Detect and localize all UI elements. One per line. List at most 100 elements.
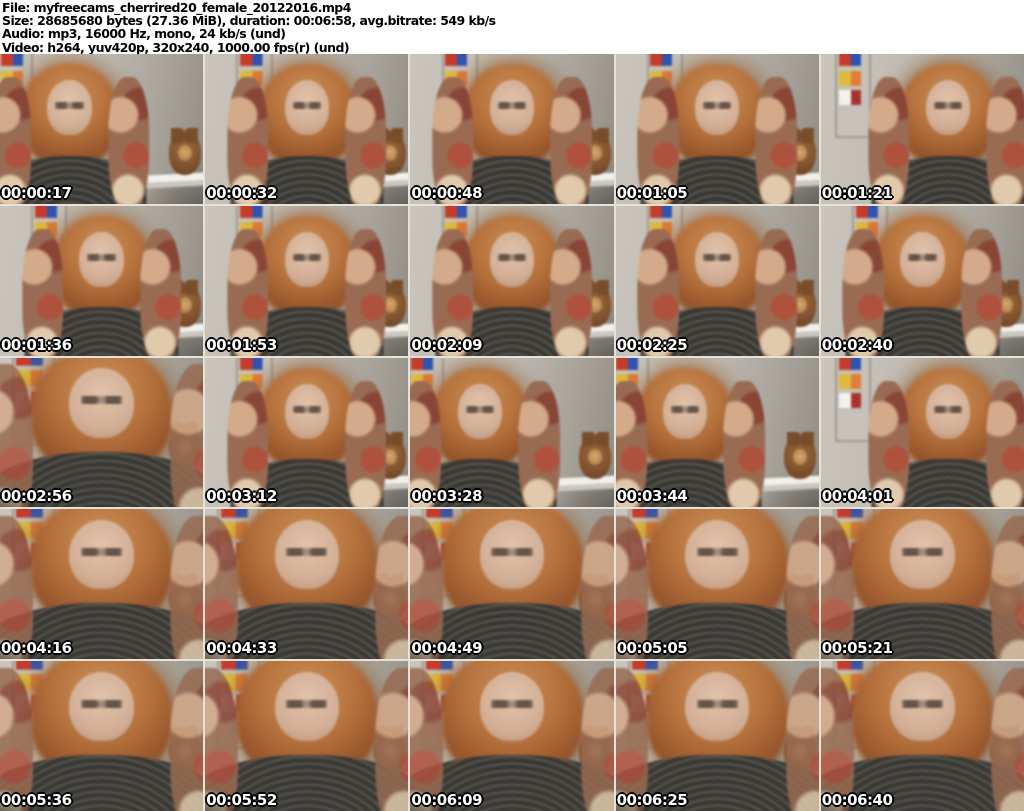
thumbnail-scene	[205, 661, 409, 811]
floral-shawl-left	[820, 667, 854, 811]
person-figure	[637, 55, 797, 204]
timestamp-overlay: 00:02:40	[821, 335, 893, 354]
face	[479, 671, 545, 742]
thumbnail-scene	[615, 661, 819, 811]
thumbnail-cell: 00:04:01	[820, 357, 1024, 508]
thumbnail-scene	[410, 54, 614, 204]
thumbnail-scene	[410, 205, 614, 356]
person-figure	[226, 207, 387, 356]
thumbnail-cell: 00:05:52	[205, 661, 409, 811]
floral-shawl-left	[410, 667, 444, 811]
thumbnail-cell: 00:00:32	[205, 54, 409, 204]
person-figure	[820, 509, 1024, 660]
person-figure	[0, 55, 150, 204]
floral-shawl-right	[518, 380, 560, 508]
thumbnail-scene	[0, 509, 204, 660]
face	[489, 232, 535, 288]
person-figure	[0, 509, 204, 660]
face	[662, 384, 708, 439]
thumbnail-scene	[615, 357, 819, 508]
person-figure	[21, 207, 182, 356]
thumbnail-cell: 00:01:05	[615, 54, 819, 204]
timestamp-overlay: 00:04:16	[1, 639, 72, 658]
floral-shawl-right	[375, 516, 409, 660]
person-figure	[226, 55, 387, 204]
floral-shawl-left	[0, 364, 33, 508]
face	[47, 80, 92, 136]
floral-shawl-right	[345, 77, 387, 204]
thumbnail-cell: 00:05:05	[615, 509, 819, 660]
floral-shawl-right	[991, 516, 1024, 660]
timestamp-overlay: 00:05:21	[821, 639, 893, 658]
person-figure	[410, 509, 614, 660]
thumbnail-scene	[410, 509, 614, 660]
floral-shawl-right	[345, 229, 387, 356]
thumbnail-scene	[205, 205, 409, 356]
face	[274, 520, 339, 590]
floral-shawl-right	[375, 667, 409, 811]
floral-shawl-right	[991, 667, 1024, 811]
floral-shawl-right	[580, 667, 614, 811]
person-figure	[432, 55, 592, 204]
face	[685, 671, 750, 742]
thumbnail-cell: 00:02:25	[615, 205, 819, 356]
face	[890, 671, 955, 742]
face	[694, 232, 740, 288]
floral-shawl-right	[986, 77, 1024, 204]
thumbnail-scene	[615, 509, 819, 660]
floral-shawl-left	[615, 667, 649, 811]
thumbnail-grid: 00:00:17 00:00:32 00:00:48 00:01:05 00:0…	[0, 54, 1024, 811]
thumbnail-cell: 00:02:56	[0, 357, 204, 508]
timestamp-overlay: 00:05:52	[206, 791, 277, 809]
thumbnail-cell: 00:02:40	[820, 205, 1024, 356]
timestamp-overlay: 00:00:17	[1, 183, 72, 202]
thumbnail-scene	[615, 205, 819, 356]
floral-shawl-right	[170, 364, 204, 508]
timestamp-overlay: 00:04:49	[411, 639, 483, 658]
floral-shawl-right	[755, 229, 797, 356]
person-figure	[226, 359, 387, 508]
floral-shawl-right	[785, 516, 819, 660]
floral-shawl-right	[170, 516, 204, 660]
floral-shawl-left	[410, 516, 444, 660]
timestamp-overlay: 00:03:28	[411, 487, 483, 506]
timestamp-overlay: 00:05:36	[1, 791, 72, 809]
face	[890, 520, 955, 590]
thumbnail-cell: 00:06:25	[615, 661, 819, 811]
teddy-bear	[784, 431, 817, 479]
thumbnail-cell: 00:02:09	[410, 205, 614, 356]
thumbnail-scene	[820, 661, 1024, 811]
face	[925, 80, 971, 136]
face	[925, 384, 971, 439]
floral-shawl-right	[550, 77, 592, 204]
person-figure	[205, 509, 409, 660]
floral-shawl-right	[345, 380, 387, 508]
timestamp-overlay: 00:02:25	[616, 335, 688, 354]
video-contact-sheet: File: myfreecams_cherrired20_female_2012…	[0, 0, 1024, 811]
face	[900, 232, 945, 288]
floral-shawl-right	[550, 229, 592, 356]
timestamp-overlay: 00:01:21	[821, 183, 893, 202]
timestamp-overlay: 00:00:48	[411, 183, 483, 202]
thumbnail-scene	[205, 54, 409, 204]
thumbnail-cell: 00:05:36	[0, 661, 204, 811]
thumbnail-scene	[615, 54, 819, 204]
thumbnail-scene	[820, 509, 1024, 660]
thumbnail-scene	[0, 661, 204, 811]
face	[284, 232, 330, 288]
person-figure	[410, 359, 560, 508]
teddy-bear	[579, 431, 612, 479]
thumbnail-cell: 00:01:21	[820, 54, 1024, 204]
floral-shawl-right	[723, 380, 766, 508]
person-figure	[432, 207, 592, 356]
thumbnail-cell: 00:00:48	[410, 54, 614, 204]
floral-shawl-right	[170, 667, 204, 811]
floral-shawl-right	[785, 667, 819, 811]
person-figure	[615, 359, 766, 508]
person-figure	[842, 207, 1003, 356]
face	[685, 520, 750, 590]
thumbnail-scene	[0, 54, 204, 204]
thumbnail-cell: 00:06:09	[410, 661, 614, 811]
face	[69, 520, 134, 590]
timestamp-overlay: 00:06:25	[616, 791, 688, 809]
